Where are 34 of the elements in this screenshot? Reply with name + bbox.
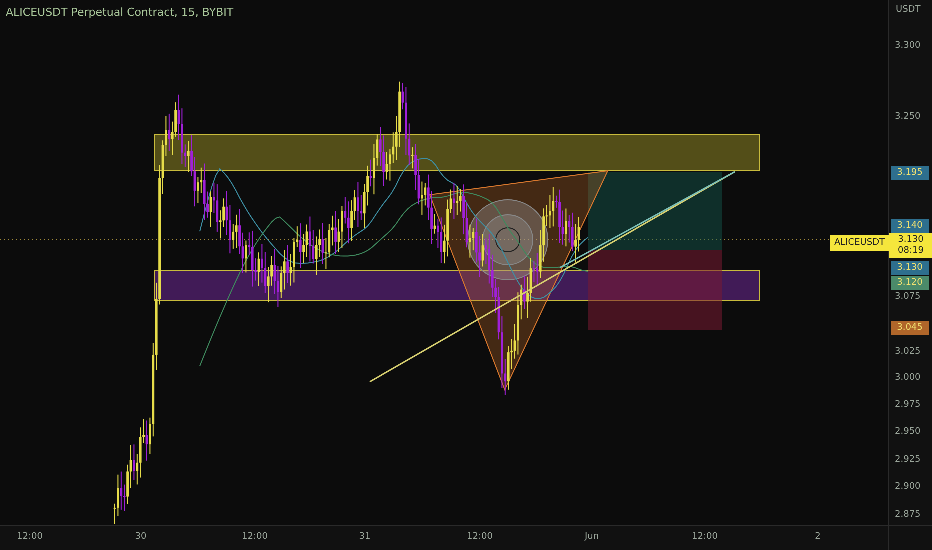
time-label: 2 <box>814 532 822 542</box>
time-label: 12:00 <box>16 532 44 542</box>
price-tick: 2.925 <box>895 454 921 467</box>
price-tick: 2.875 <box>895 509 921 522</box>
time-axis[interactable]: 12:00 30 12:00 31 12:00 Jun 12:00 2 <box>0 525 888 550</box>
price-tick: 3.075 <box>895 291 921 304</box>
price-unit: USDT <box>896 5 921 15</box>
price-tick: 3.025 <box>895 346 921 359</box>
trend-line[interactable] <box>560 171 736 269</box>
time-label: 12:00 <box>241 532 269 542</box>
circle-marker[interactable] <box>468 200 548 280</box>
price-tick: 2.950 <box>895 426 921 439</box>
profit-zone[interactable] <box>588 172 722 250</box>
time-label: 30 <box>134 532 148 542</box>
price-badge: 3.195 <box>891 166 929 180</box>
price-badge: 3.130 <box>891 261 929 275</box>
last-price: 3.130 <box>898 234 924 246</box>
time-label: 12:00 <box>691 532 719 542</box>
resistance-zone[interactable] <box>154 134 760 172</box>
countdown: 08:19 <box>898 246 924 256</box>
time-label: Jun <box>584 532 600 542</box>
price-tick: 2.975 <box>895 399 921 412</box>
price-tick: 3.000 <box>895 372 921 385</box>
price-tick: 2.900 <box>895 481 921 494</box>
price-badge: 3.140 <box>891 219 929 233</box>
price-tick: 3.250 <box>895 111 921 124</box>
price-badge: 3.120 <box>891 276 929 290</box>
support-zone[interactable] <box>154 270 760 302</box>
price-badge: 3.045 <box>891 321 929 335</box>
chart-title: ALICEUSDT Perpetual Contract, 15, BYBIT <box>6 6 234 19</box>
time-label: 31 <box>358 532 372 542</box>
time-label: 12:00 <box>466 532 494 542</box>
symbol-label: ALICEUSDT <box>830 235 889 251</box>
price-tick: 3.300 <box>895 40 921 53</box>
